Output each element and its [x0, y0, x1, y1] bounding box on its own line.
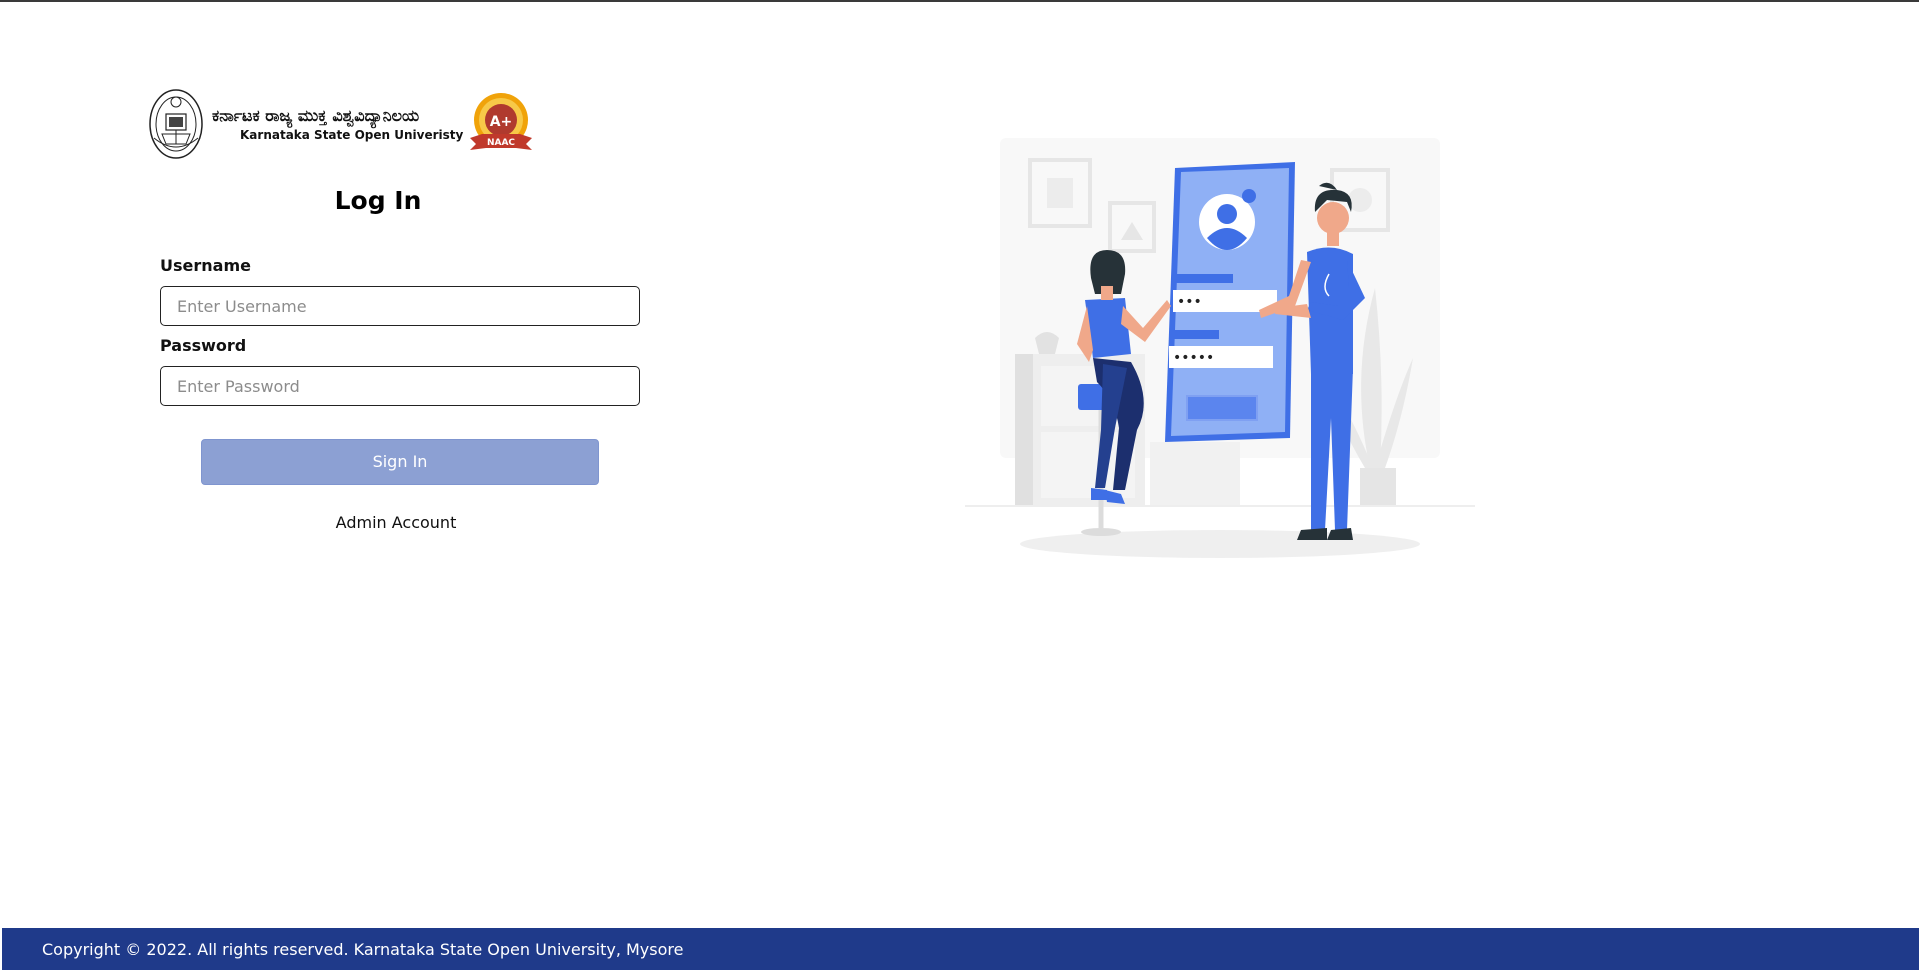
masked-field-2: ••••• [1173, 350, 1214, 366]
university-name-kannada: ಕರ್ನಾಟಕ ರಾಜ್ಯ ಮುಕ್ತ ವಿಶ್ವವಿದ್ಯಾನಿಲಯ [212, 106, 420, 125]
phone-login-card: ••• ••••• [1165, 162, 1295, 442]
top-border [0, 0, 1919, 2]
copyright-text: Copyright © 2022. All rights reserved. K… [42, 940, 684, 959]
naac-label: NAAC [487, 138, 515, 148]
password-label: Password [160, 336, 247, 355]
login-page: ಕರ್ನಾಟಕ ರಾಜ್ಯ ಮುಕ್ತ ವಿಶ್ವವಿದ್ಯಾನಿಲಯ Karn… [0, 0, 1919, 970]
ksou-seal-icon [149, 89, 203, 159]
naac-grade: A+ [490, 114, 513, 130]
footer: Copyright © 2022. All rights reserved. K… [2, 928, 1919, 970]
username-label: Username [160, 256, 251, 275]
masked-field-1: ••• [1177, 294, 1202, 310]
university-name-english: Karnataka State Open Univeristy [240, 128, 464, 142]
login-illustration: ••• ••••• [965, 138, 1475, 558]
naac-badge-icon: A+ NAAC [470, 93, 532, 150]
password-input[interactable] [160, 366, 640, 406]
university-logo: ಕರ್ನಾಟಕ ರಾಜ್ಯ ಮುಕ್ತ ವಿಶ್ವವಿದ್ಯಾನಿಲಯ Karn… [148, 88, 538, 159]
page-title: Log In [334, 186, 422, 215]
sign-in-button[interactable]: Sign In [201, 439, 599, 485]
username-input[interactable] [160, 286, 640, 326]
admin-account-link[interactable]: Admin Account [300, 513, 492, 532]
